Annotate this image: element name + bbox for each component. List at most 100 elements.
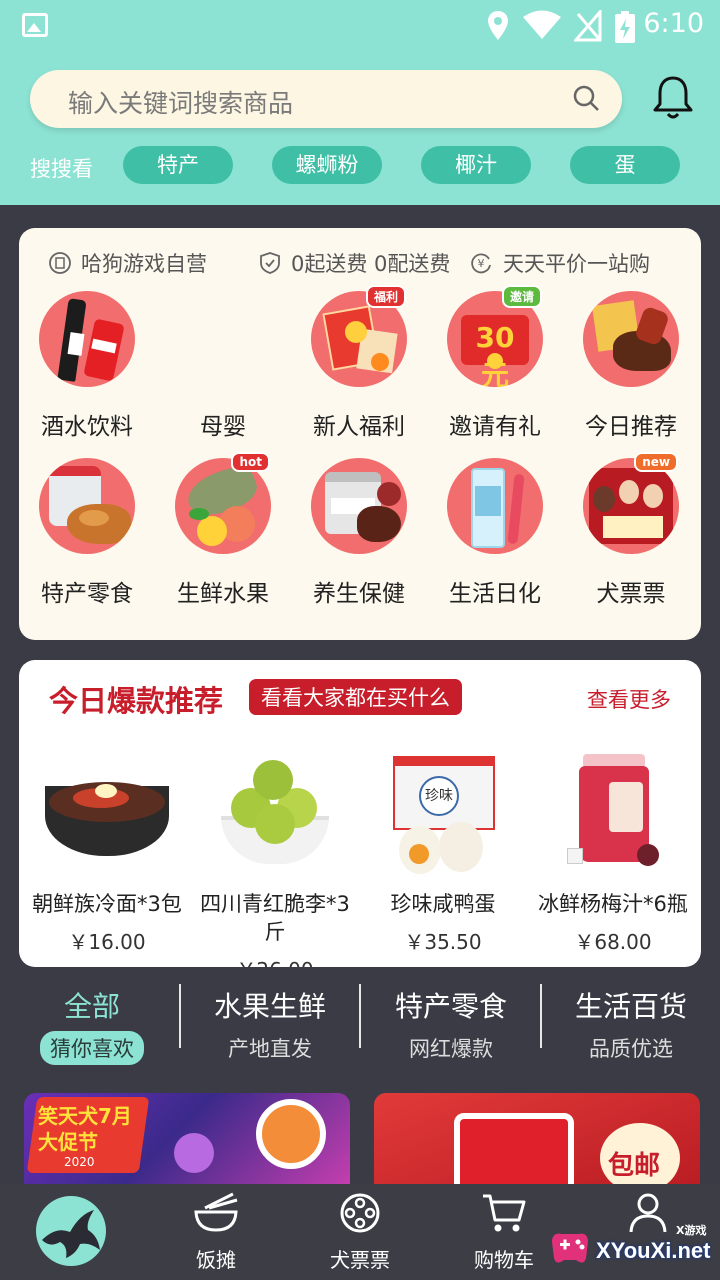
category-label: 特产零食 — [41, 581, 133, 607]
promo-banner-right[interactable]: 包邮 — [374, 1093, 700, 1193]
no-signal-icon — [574, 10, 602, 42]
product-card[interactable]: 冰鲜杨梅汁*6瓶 ￥68.00 — [529, 752, 697, 955]
promo-free-delivery: 0起送费 0配送费 — [259, 248, 450, 278]
category-label: 养生保健 — [313, 581, 405, 607]
tab-fruit-fresh[interactable]: 水果生鲜 产地直发 — [180, 985, 360, 1065]
tab-all[interactable]: 全部 猜你喜欢 — [2, 985, 182, 1065]
tab-daily-goods[interactable]: 生活百货 品质优选 — [541, 985, 720, 1065]
search-icon[interactable] — [572, 84, 600, 112]
tab-subtitle: 产地直发 — [228, 1037, 312, 1061]
product-price: ￥35.50 — [404, 930, 482, 954]
tab-title: 生活百货 — [574, 990, 687, 1023]
film-reel-icon — [340, 1193, 380, 1233]
badge: 福利 — [365, 285, 406, 308]
product-card[interactable]: 四川青红脆李*3斤 ￥26.00 — [191, 752, 359, 967]
tab-subtitle: 猜你喜欢 — [40, 1031, 144, 1065]
hot-search-chip[interactable]: 特产 — [123, 146, 233, 184]
watermark: XYouXi.net X游戏 — [548, 1222, 718, 1272]
hot-search-label: 搜搜看 — [30, 157, 93, 181]
product-price: ￥68.00 — [574, 930, 652, 954]
recommend-tag: 看看大家都在买什么 — [249, 679, 462, 715]
promo-text: 哈狗游戏自营 — [81, 252, 207, 276]
dog-silhouette-icon — [42, 1210, 100, 1258]
category-label: 邀请有礼 — [449, 414, 541, 440]
recommend-title: 今日爆款推荐 — [49, 684, 224, 718]
cart-icon — [483, 1194, 526, 1232]
baby-icon — [175, 291, 271, 387]
badge: new — [634, 452, 678, 472]
badge: 邀请 — [501, 285, 542, 308]
product-card[interactable]: 珍味 珍味咸鸭蛋 ￥35.50 — [359, 752, 527, 955]
hot-search-chip[interactable]: 蛋 — [570, 146, 680, 184]
tab-title: 全部 — [63, 990, 120, 1023]
snack-icon — [39, 458, 135, 554]
product-image — [43, 752, 171, 880]
category-label: 犬票票 — [596, 581, 666, 607]
nav-food-stall[interactable]: 饭摊 — [156, 1192, 276, 1273]
promo-fair-price: ¥ 天天平价一站购 — [469, 248, 650, 278]
ticket-icon — [583, 458, 679, 554]
product-image: 珍味 — [379, 752, 507, 880]
hot-search-chip[interactable]: 螺蛳粉 — [272, 146, 382, 184]
wifi-icon — [523, 10, 561, 39]
product-name: 珍味咸鸭蛋 — [390, 892, 496, 916]
tab-specialty-snacks[interactable]: 特产零食 网红爆款 — [361, 985, 541, 1065]
product-name: 冰鲜杨梅汁*6瓶 — [538, 892, 688, 916]
hot-search-chip[interactable]: 椰汁 — [421, 146, 531, 184]
battery-charging-icon — [615, 11, 635, 43]
promo-text: 天天平价一站购 — [503, 252, 650, 276]
category-ticket[interactable]: new 犬票票 — [566, 452, 696, 608]
tab-title: 特产零食 — [394, 990, 507, 1023]
category-label: 生活日化 — [449, 581, 541, 607]
nav-cart[interactable]: 购物车 — [444, 1192, 564, 1273]
tab-subtitle: 品质优选 — [589, 1037, 673, 1061]
tab-subtitle: 网红爆款 — [409, 1037, 493, 1061]
category-health[interactable]: 养生保健 — [294, 458, 424, 608]
category-drinks[interactable]: 酒水饮料 — [22, 291, 152, 441]
category-snack[interactable]: 特产零食 — [22, 458, 152, 608]
status-bar: 6:10 — [0, 0, 720, 52]
category-invite[interactable]: 30元 邀请 邀请有礼 — [430, 285, 560, 441]
header: 6:10 输入关键词搜索商品 搜搜看 特产 螺蛳粉 椰汁 蛋 — [0, 0, 720, 205]
daily-care-icon — [447, 458, 543, 554]
drinks-icon — [39, 291, 135, 387]
gamepad-logo-icon — [552, 1233, 588, 1263]
product-box-text: 珍味 — [419, 776, 459, 816]
search-input[interactable]: 输入关键词搜索商品 — [68, 84, 293, 120]
badge: hot — [231, 452, 270, 472]
category-daily[interactable]: 生活日化 — [430, 458, 560, 608]
clock: 6:10 — [643, 8, 704, 39]
location-icon — [488, 11, 508, 40]
category-baby[interactable]: 母婴 — [158, 291, 288, 441]
banner-text: 包邮 — [608, 1151, 661, 1181]
banner-title: 笑天犬7月大促节 — [38, 1104, 132, 1154]
nav-label: 犬票票 — [330, 1248, 390, 1272]
svg-text:¥: ¥ — [478, 257, 485, 270]
see-more-link[interactable]: 查看更多 — [587, 684, 671, 714]
category-newcomer[interactable]: 福利 新人福利 — [294, 285, 424, 441]
product-card[interactable]: 朝鲜族冷面*3包 ￥16.00 — [23, 752, 191, 955]
category-label: 酒水饮料 — [41, 414, 133, 440]
category-label: 生鲜水果 — [177, 581, 269, 607]
search-bar[interactable]: 输入关键词搜索商品 — [30, 70, 622, 128]
category-today-pick[interactable]: 今日推荐 — [566, 291, 696, 441]
bowl-icon — [194, 1192, 238, 1232]
promo-banner-left[interactable]: 笑天犬7月大促节 2020 — [24, 1093, 350, 1193]
product-name: 四川青红脆李*3斤 — [200, 892, 350, 944]
nav-dog-tickets[interactable]: 犬票票 — [300, 1192, 420, 1273]
product-image — [211, 752, 339, 880]
yen-cycle-icon: ¥ — [471, 253, 491, 274]
nav-label: 饭摊 — [196, 1248, 236, 1272]
today-pick-icon — [583, 291, 679, 387]
tab-title: 水果生鲜 — [213, 990, 326, 1023]
gallery-notification-icon — [22, 13, 48, 37]
banner-year: 2020 — [64, 1155, 95, 1169]
product-name: 朝鲜族冷面*3包 — [32, 892, 182, 916]
category-fresh[interactable]: hot 生鲜水果 — [158, 452, 288, 608]
bell-icon[interactable] — [652, 74, 694, 120]
product-price: ￥26.00 — [191, 954, 359, 967]
recommend-card: 今日爆款推荐 看看大家都在买什么 查看更多 朝鲜族冷面*3包 ￥16.00 四川… — [19, 660, 701, 967]
category-card: 哈狗游戏自营 0起送费 0配送费 ¥ 天天平价一站购 酒水饮料 母婴 福利 新人… — [19, 228, 701, 640]
home-logo-icon[interactable] — [36, 1196, 106, 1266]
health-icon — [311, 458, 407, 554]
